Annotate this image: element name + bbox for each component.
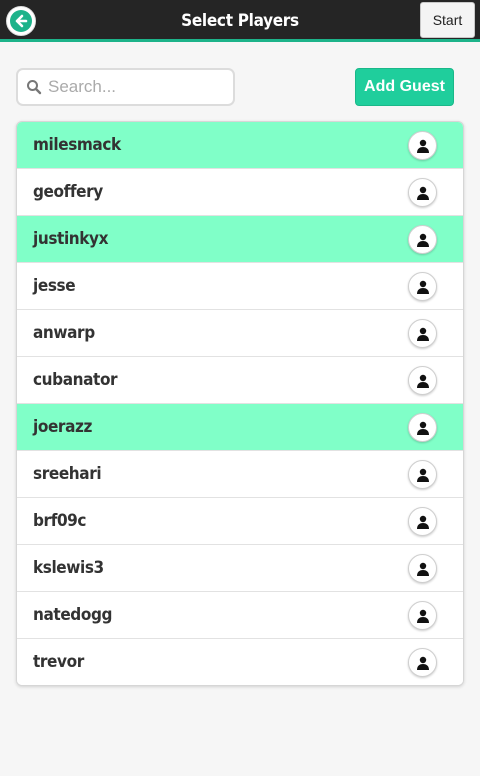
player-row[interactable]: milesmack [17,122,463,169]
user-icon [416,468,429,482]
player-name: anwarp [33,323,95,343]
add-guest-button[interactable]: Add Guest [355,68,454,106]
player-profile-button[interactable] [408,460,437,489]
user-icon [416,327,429,341]
player-row[interactable]: joerazz [17,404,463,451]
player-name: justinkyx [33,229,109,249]
player-row[interactable]: justinkyx [17,216,463,263]
player-profile-button[interactable] [408,319,437,348]
player-row[interactable]: kslewis3 [17,545,463,592]
player-name: cubanator [33,370,118,390]
player-profile-button[interactable] [408,601,437,630]
user-icon [416,609,429,623]
user-icon [416,374,429,388]
player-name: sreehari [33,464,102,484]
page-title: Select Players [181,11,299,31]
player-row[interactable]: geoffery [17,169,463,216]
user-icon [416,562,429,576]
player-name: trevor [33,652,84,672]
player-profile-button[interactable] [408,131,437,160]
start-button[interactable]: Start [420,2,475,38]
player-name: joerazz [33,417,92,437]
header-bar: Select Players Start [0,0,480,42]
player-name: geoffery [33,182,103,202]
player-profile-button[interactable] [408,366,437,395]
player-row[interactable]: natedogg [17,592,463,639]
user-icon [416,233,429,247]
player-row[interactable]: trevor [17,639,463,685]
player-name: brf09c [33,511,87,531]
player-profile-button[interactable] [408,178,437,207]
player-name: kslewis3 [33,558,104,578]
player-name: milesmack [33,135,121,155]
player-row[interactable]: sreehari [17,451,463,498]
user-icon [416,280,429,294]
player-name: jesse [33,276,76,296]
user-icon [416,186,429,200]
user-icon [416,421,429,435]
player-row[interactable]: brf09c [17,498,463,545]
search-input[interactable] [48,77,228,97]
user-icon [416,656,429,670]
player-list: milesmack geoffery justinkyx jesse anwarp cub… [16,121,464,686]
player-profile-button[interactable] [408,413,437,442]
player-profile-button[interactable] [408,272,437,301]
search-box[interactable] [16,68,235,106]
player-row[interactable]: anwarp [17,310,463,357]
player-profile-button[interactable] [408,225,437,254]
player-profile-button[interactable] [408,507,437,536]
player-name: natedogg [33,605,113,625]
player-profile-button[interactable] [408,554,437,583]
user-icon [416,139,429,153]
user-icon [416,515,429,529]
player-row[interactable]: jesse [17,263,463,310]
player-profile-button[interactable] [408,648,437,677]
search-icon [20,79,48,95]
player-row[interactable]: cubanator [17,357,463,404]
